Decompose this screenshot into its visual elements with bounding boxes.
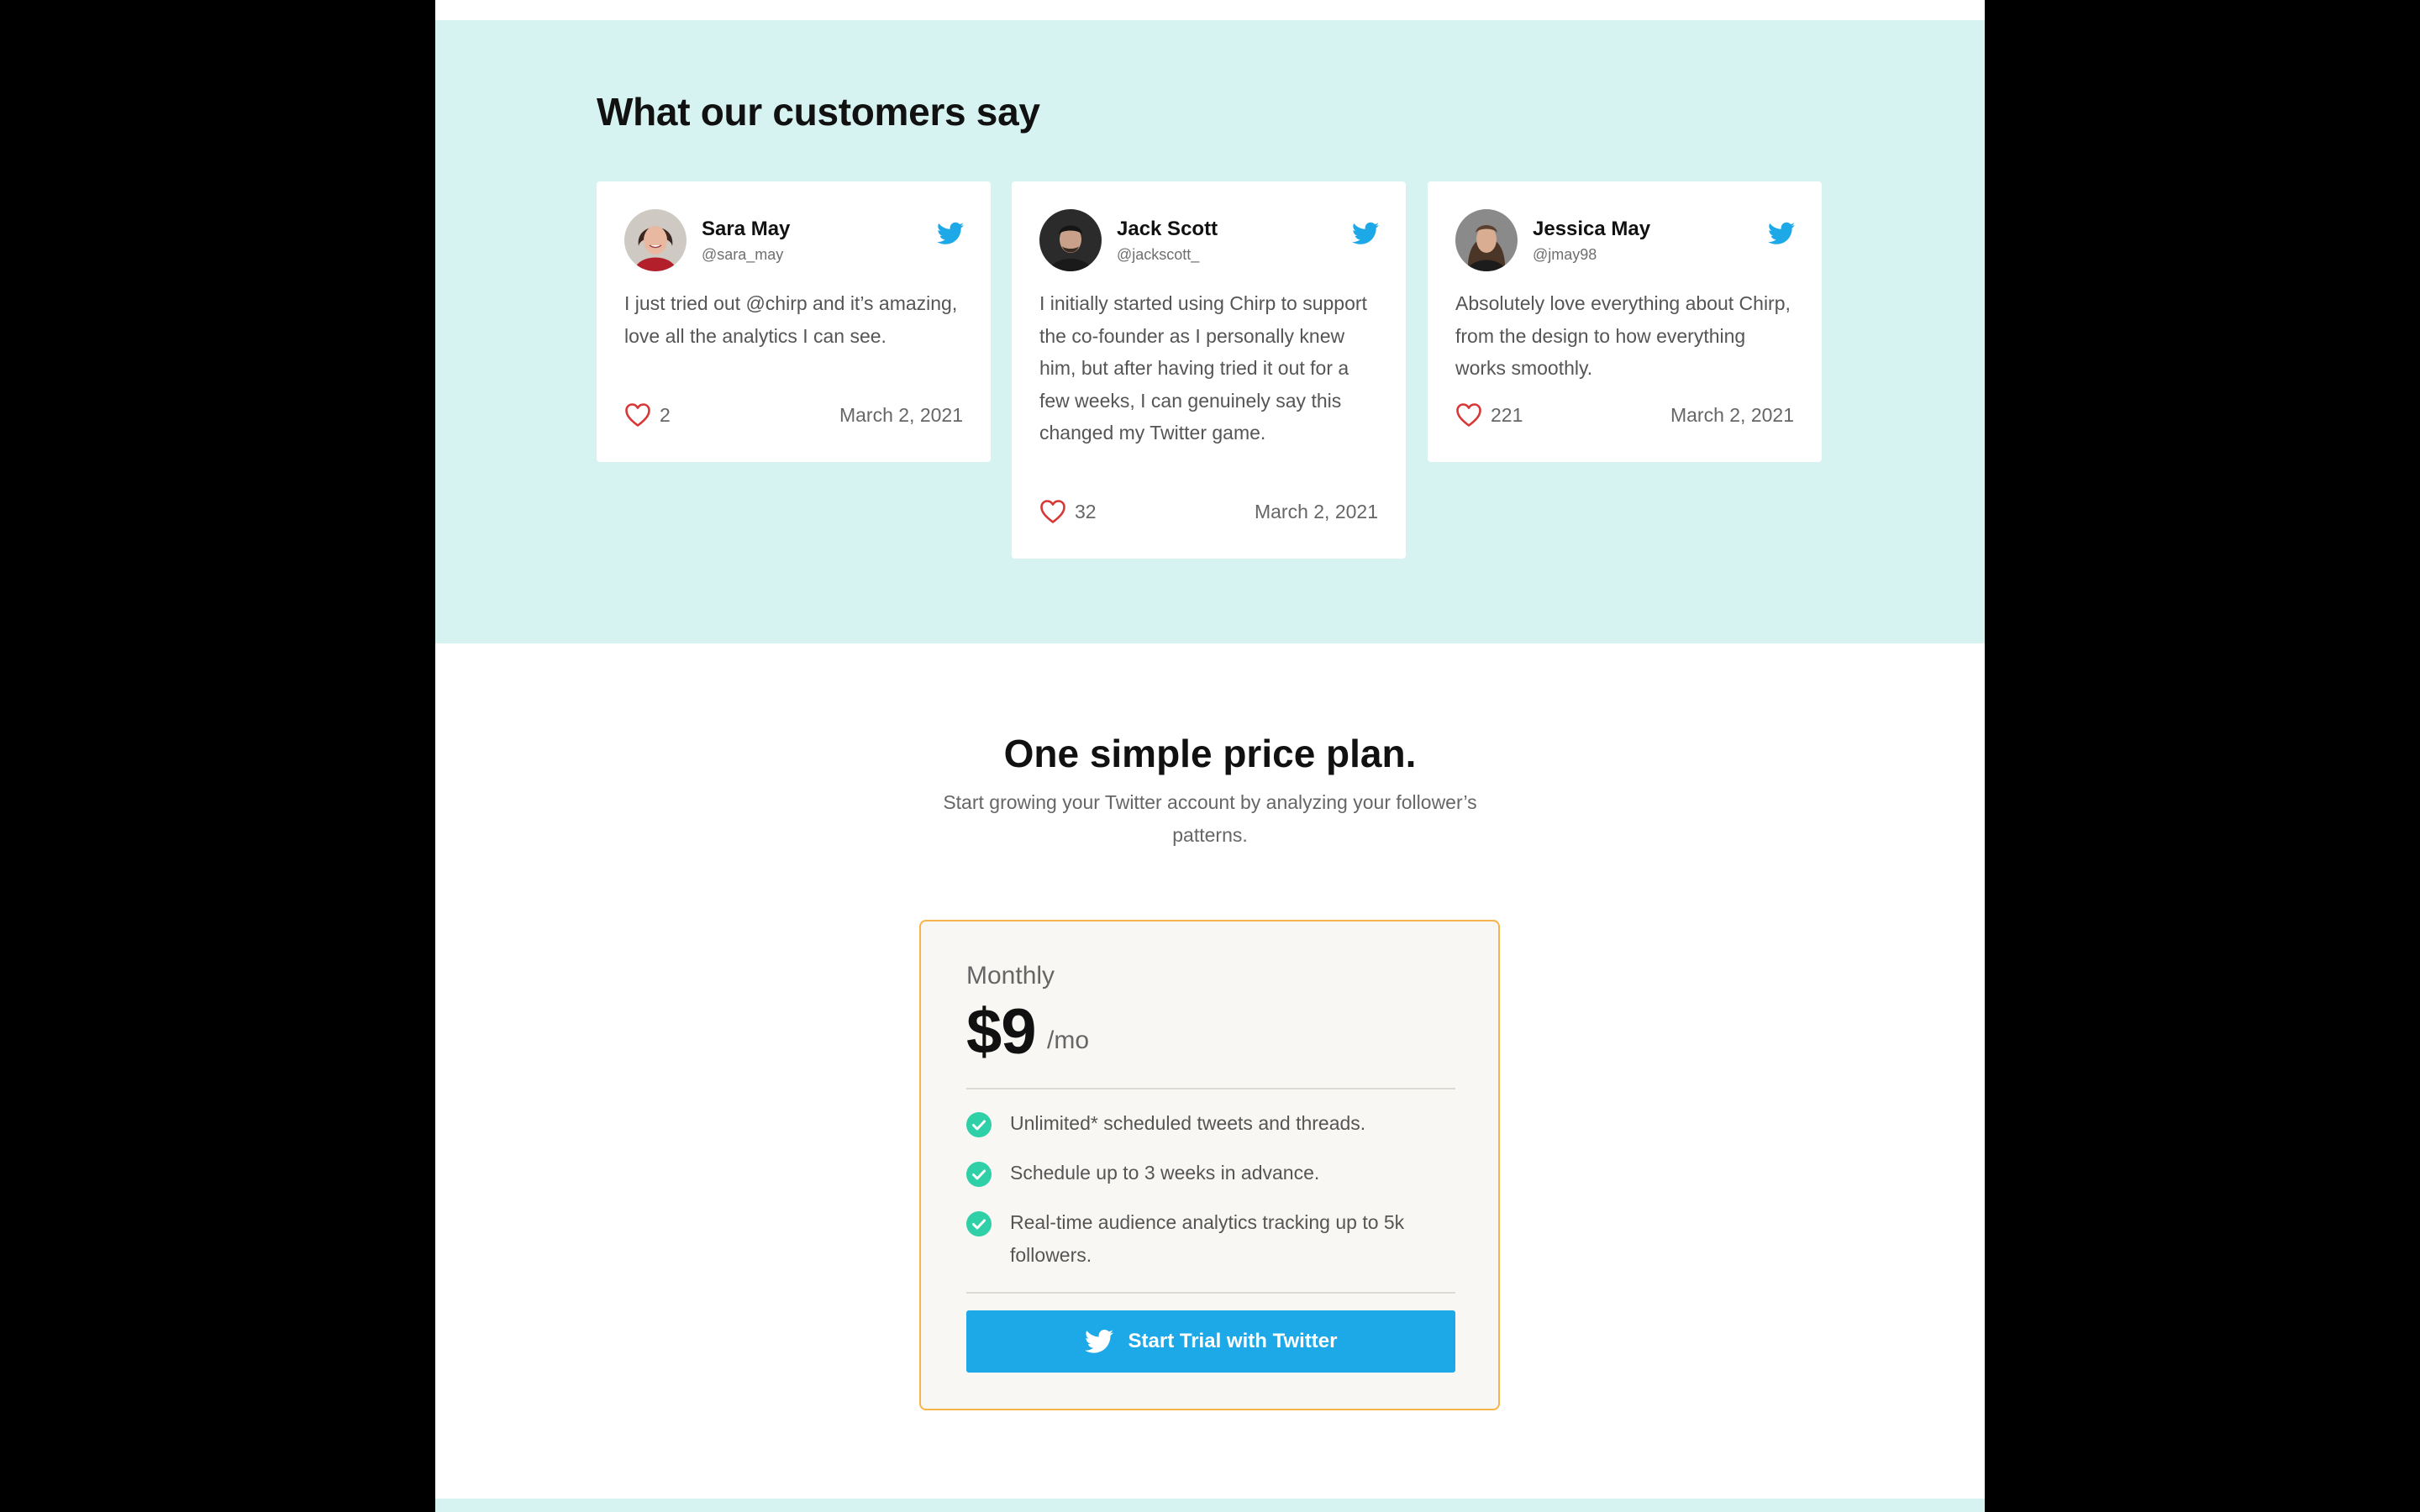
twitter-bird-icon	[1085, 1329, 1113, 1354]
likes-count: 221	[1491, 403, 1523, 426]
heart-outline-icon[interactable]	[624, 402, 651, 428]
testimonial-card: Jessica May @jmay98 Absolutely love ever…	[1428, 181, 1822, 462]
testimonial-text: I initially started using Chirp to suppo…	[1039, 292, 1367, 444]
heart-outline-icon[interactable]	[1039, 499, 1066, 524]
check-circle-icon	[966, 1211, 992, 1236]
landing-page: What our customers say Sara May @sara_ma…	[435, 0, 1985, 1512]
likes[interactable]: 2	[624, 402, 671, 428]
likes-count: 2	[660, 403, 671, 426]
start-trial-button[interactable]: Start Trial with Twitter	[966, 1310, 1455, 1373]
check-circle-icon	[966, 1162, 992, 1187]
author-name: Sara May	[702, 218, 791, 240]
price-plan-card: Monthly $9 /mo Unlimited* scheduled twee…	[919, 920, 1500, 1410]
pricing-title: One simple price plan.	[1003, 732, 1417, 775]
author-handle[interactable]: @sara_may	[702, 246, 783, 264]
testimonial-text: Absolutely love everything about Chirp, …	[1455, 292, 1791, 379]
plan-period: Monthly	[966, 962, 1055, 990]
testimonial-card: Jack Scott @jackscott_ I initially start…	[1012, 181, 1406, 559]
author-name: Jessica May	[1533, 218, 1651, 240]
start-trial-label: Start Trial with Twitter	[1128, 1330, 1338, 1352]
testimonials-title: What our customers say	[597, 90, 1040, 134]
check-circle-icon	[966, 1112, 992, 1137]
author-name: Jack Scott	[1117, 218, 1218, 240]
twitter-bird-icon[interactable]	[1352, 222, 1379, 245]
tweet-date: March 2, 2021	[839, 404, 963, 426]
plan-feature: Unlimited* scheduled tweets and threads.	[966, 1110, 1455, 1140]
tweet-date: March 2, 2021	[1254, 501, 1378, 522]
divider	[966, 1088, 1455, 1089]
plan-price-unit: /mo	[1047, 1026, 1090, 1054]
testimonial-card: Sara May @sara_may I just tried out @chi…	[597, 181, 991, 462]
feature-text: Schedule up to 3 weeks in advance.	[1010, 1162, 1320, 1184]
feature-text: Real-time audience analytics tracking up…	[1010, 1211, 1405, 1266]
testimonials-section: What our customers say Sara May @sara_ma…	[435, 20, 1985, 643]
avatar	[1039, 209, 1102, 271]
plan-feature: Schedule up to 3 weeks in advance.	[966, 1159, 1455, 1189]
author-handle[interactable]: @jmay98	[1533, 246, 1597, 264]
plan-price: $9	[966, 996, 1037, 1068]
tweet-date: March 2, 2021	[1670, 404, 1794, 426]
likes[interactable]: 32	[1039, 499, 1097, 524]
author-handle[interactable]: @jackscott_	[1117, 246, 1199, 264]
plan-feature: Real-time audience analytics tracking up…	[966, 1209, 1455, 1271]
avatar	[624, 209, 687, 271]
likes[interactable]: 221	[1455, 402, 1523, 428]
heart-outline-icon[interactable]	[1455, 402, 1482, 428]
likes-count: 32	[1075, 500, 1097, 522]
divider	[966, 1292, 1455, 1294]
pricing-subtitle: Start growing your Twitter account by an…	[943, 791, 1477, 846]
twitter-bird-icon[interactable]	[1768, 222, 1795, 245]
twitter-bird-icon[interactable]	[937, 222, 964, 245]
testimonial-text: I just tried out @chirp and it’s amazing…	[624, 292, 958, 347]
feature-text: Unlimited* scheduled tweets and threads.	[1010, 1112, 1366, 1134]
avatar	[1455, 209, 1518, 271]
next-section-band	[435, 1499, 1985, 1512]
